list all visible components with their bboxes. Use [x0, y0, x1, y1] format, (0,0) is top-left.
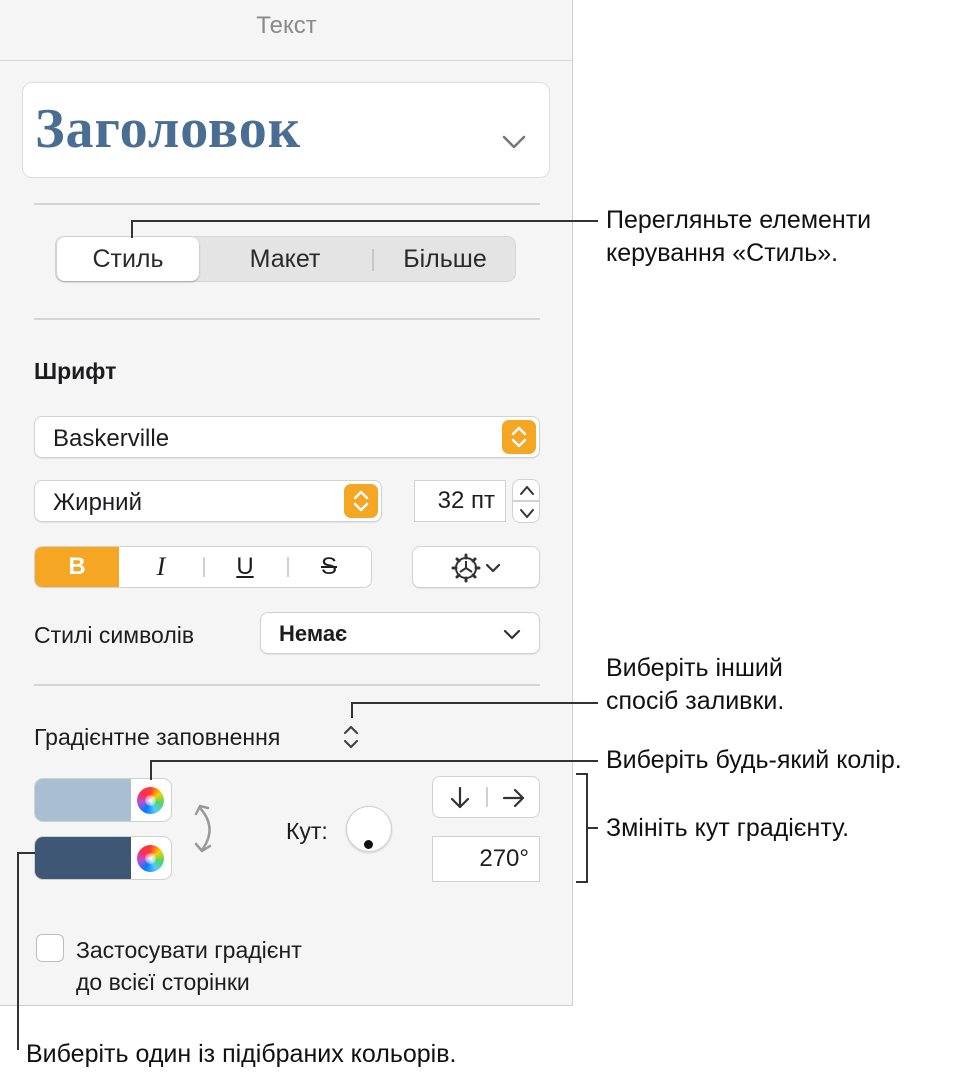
arrow-right-icon[interactable] [501, 785, 527, 811]
gradient-start-color-well[interactable] [34, 778, 172, 822]
character-styles-label: Стилі символів [34, 622, 195, 648]
tab-more[interactable]: Більше [374, 237, 516, 281]
underline-button[interactable]: U [203, 547, 287, 587]
apply-gradient-label-line1: Застосувати градієнт [76, 937, 302, 963]
format-sidebar: Текст Заголовок Стиль Макет Більше Шрифт… [0, 0, 573, 1006]
title-divider [0, 60, 573, 61]
gradient-direction-buttons [432, 776, 540, 818]
italic-button[interactable]: I [119, 547, 203, 587]
angle-knob[interactable] [346, 806, 392, 852]
font-family-popup[interactable]: Baskerville [34, 416, 540, 458]
callout-text: Виберіть інший [606, 654, 783, 682]
angle-knob-indicator [364, 840, 373, 849]
advanced-options-button[interactable] [412, 546, 540, 588]
font-section-label: Шрифт [34, 358, 117, 384]
callout-text: керування «Стиль». [606, 239, 839, 267]
callout-line [586, 827, 598, 829]
text-format-buttons: B I U S [34, 546, 372, 588]
callout-text: Перегляньте елементи [606, 206, 872, 234]
chevron-up-icon [520, 486, 534, 495]
callout-line [351, 702, 353, 718]
callout-text: спосіб заливки. [606, 687, 785, 715]
paragraph-style-menu[interactable]: Заголовок [22, 82, 550, 178]
chevron-down-icon [503, 629, 521, 640]
callout-angle: Змініть кут градієнту. [606, 814, 850, 842]
callout-any-color: Виберіть будь-який колір. [606, 746, 902, 774]
color-wheel-icon[interactable] [137, 845, 164, 872]
fill-type-value: Градієнтне заповнення [34, 724, 281, 750]
callout-line [150, 760, 598, 762]
typeface-value: Жирний [53, 489, 142, 516]
gear-icon [451, 553, 501, 583]
callout-line [131, 220, 598, 222]
tab-style[interactable]: Стиль [57, 237, 199, 281]
divider [34, 203, 540, 205]
callout-line [131, 220, 133, 238]
panel-title: Текст [256, 12, 317, 39]
font-size-increase-button[interactable] [512, 479, 540, 501]
callout-line [351, 702, 598, 704]
callout-style-controls: Перегляньте елементи керування «Стиль». [606, 204, 871, 270]
gradient-start-swatch[interactable] [35, 779, 131, 821]
apply-gradient-checkbox[interactable] [36, 934, 64, 962]
character-styles-value: Немає [279, 621, 348, 646]
fill-type-popup[interactable]: Градієнтне заповнення [34, 722, 374, 754]
bracket-line [576, 881, 588, 883]
font-family-value: Baskerville [53, 425, 170, 452]
strikethrough-button[interactable]: S [287, 547, 371, 587]
divider [34, 684, 540, 686]
divider [34, 318, 540, 320]
apply-gradient-label[interactable]: Застосувати градієнт до всієї сторінки [76, 934, 302, 998]
arrow-down-icon[interactable] [447, 785, 473, 811]
callout-preset-colors: Виберіть один із підібраних кольорів. [26, 1040, 457, 1068]
tab-layout[interactable]: Макет [214, 237, 356, 281]
typeface-popup[interactable]: Жирний [34, 480, 382, 522]
swap-colors-icon[interactable] [192, 800, 222, 858]
font-size-decrease-button[interactable] [512, 501, 540, 523]
gradient-end-color-well[interactable] [34, 836, 172, 880]
updown-arrows-icon [502, 420, 536, 454]
updown-arrows-icon [344, 484, 378, 518]
gradient-end-swatch[interactable] [35, 837, 131, 879]
apply-gradient-label-line2: до всієї сторінки [76, 969, 250, 995]
chevron-down-icon [520, 509, 534, 518]
chevron-down-icon [502, 135, 526, 149]
callout-line [17, 852, 19, 1050]
color-wheel-icon[interactable] [137, 787, 164, 814]
callout-fill-type: Виберіть інший спосіб заливки. [606, 652, 784, 718]
character-styles-popup[interactable]: Немає [260, 612, 540, 654]
callout-line [150, 760, 152, 780]
updown-arrows-icon [343, 725, 359, 749]
font-size-field[interactable]: 32 пт [414, 480, 506, 522]
bold-button[interactable]: B [35, 547, 119, 587]
angle-field[interactable]: 270° [432, 836, 540, 882]
callout-line [17, 852, 35, 854]
tab-bar: Стиль Макет Більше [55, 236, 516, 282]
angle-label: Кут: [286, 818, 328, 844]
direction-divider [486, 787, 488, 807]
paragraph-style-name: Заголовок [35, 98, 302, 160]
